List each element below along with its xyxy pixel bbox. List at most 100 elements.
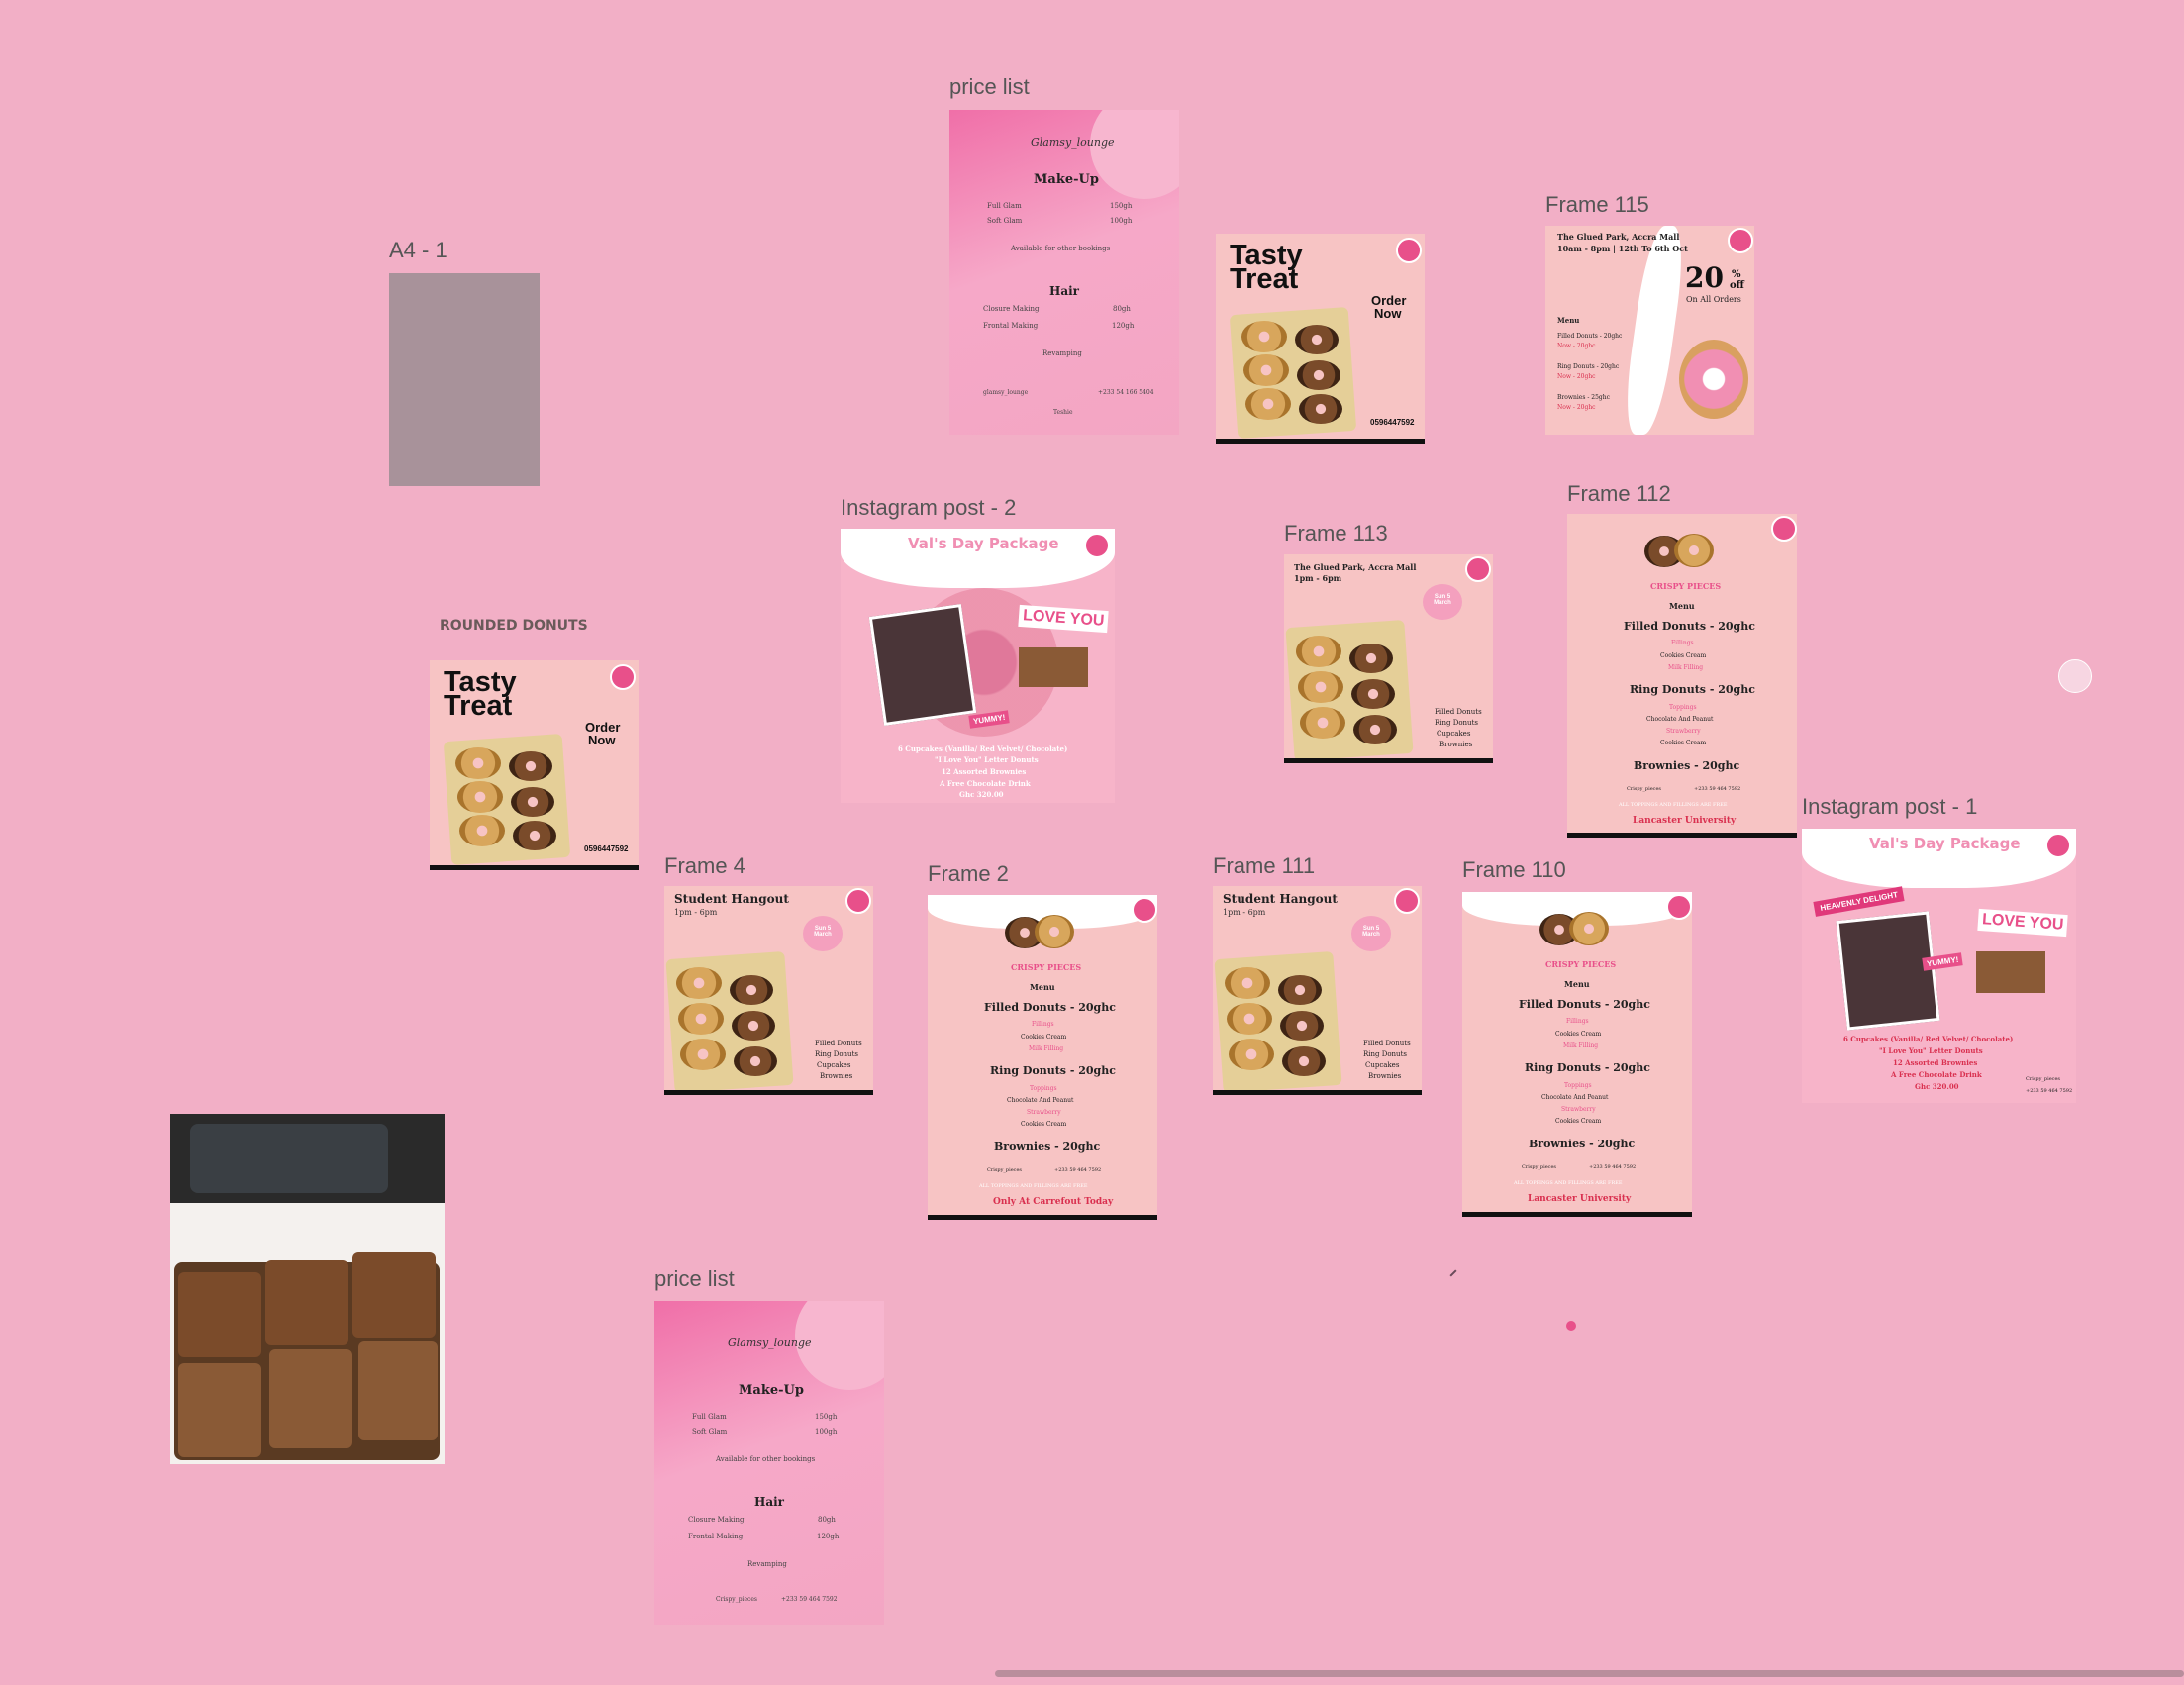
menu-row: Filled Donuts - 20ghc [1557, 333, 1623, 340]
location: Teshie [1053, 409, 1073, 416]
menu-heading: Menu [1669, 601, 1695, 611]
hair-heading: Hair [1049, 284, 1079, 298]
discount-percent: % [1732, 269, 1741, 280]
toppings-straw: Strawberry [1666, 728, 1701, 735]
post-title: Val's Day Package [1869, 835, 2021, 852]
frame-115[interactable]: The Glued Park, Accra Mall 10am - 8pm | … [1545, 226, 1754, 435]
brand-logo-icon [1394, 888, 1420, 914]
donut-icon [1245, 388, 1291, 420]
title-line-2: Treat [444, 690, 513, 722]
package-line: 6 Cupcakes (Vanilla/ Red Velvet/ Chocola… [898, 744, 1068, 753]
cta-line-2: Now [1374, 306, 1402, 321]
frame-label-110[interactable]: Frame 110 [1462, 857, 1566, 883]
revamping: Revamping [1042, 349, 1082, 357]
closure-making: Closure Making [688, 1516, 745, 1524]
hours: 10am - 8pm | 12th To 6th Oct [1557, 244, 1688, 253]
item: Brownies [820, 1072, 853, 1080]
toppings: Toppings [1669, 704, 1697, 711]
frame-rounded-donuts[interactable]: Tasty Treat Order Now 0596447592 [430, 660, 639, 870]
donut-icon [455, 747, 501, 779]
donut-icon [1569, 912, 1609, 945]
milk-filling: Milk Filling [1563, 1042, 1599, 1049]
frame-label-4[interactable]: Frame 4 [664, 853, 745, 879]
frame-112[interactable]: CRISPY PIECES Menu Filled Donuts - 20ghc… [1567, 514, 1797, 838]
hair-heading: Hair [754, 1495, 784, 1509]
frame-label-115[interactable]: Frame 115 [1545, 192, 1649, 218]
frame-label-price-list-top[interactable]: price list [949, 74, 1030, 100]
toppings-options: Cookies Cream [1555, 1118, 1602, 1125]
event-title: Student Hangout [1223, 892, 1338, 906]
frame-label-113[interactable]: Frame 113 [1284, 521, 1388, 546]
brownies: Brownies - 20ghc [1634, 759, 1740, 772]
phone-number: +233 59 464 7592 [1054, 1167, 1102, 1173]
brownies-photo[interactable] [170, 1114, 445, 1464]
hours: 1pm - 6pm [674, 908, 718, 917]
toppings-note: ALL TOPPINGS AND FILLINGS ARE FREE [1514, 1180, 1623, 1186]
frame-bottom-bar [1567, 833, 1797, 838]
frame-a4[interactable] [389, 273, 540, 486]
donut-icon [1300, 707, 1345, 739]
heavenly-badge: HEAVENLY DELIGHT [1813, 886, 1906, 917]
brand-name: CRISPY PIECES [1650, 581, 1722, 591]
cta-line-2: Now [588, 733, 616, 747]
brand-logo-icon [2045, 833, 2071, 858]
frame-label-ig-post-2[interactable]: Instagram post - 2 [841, 495, 1016, 521]
post-title: Val's Day Package [908, 535, 1059, 552]
frame-ig-post-2[interactable]: Val's Day Package LOVE YOU YUMMY! 6 Cupc… [841, 529, 1115, 803]
phone-number: 0596447592 [584, 844, 629, 853]
donut-icon [1353, 715, 1397, 744]
brand-name: Glamsy_lounge [728, 1337, 812, 1349]
frame-2[interactable]: CRISPY PIECES Menu Filled Donuts - 20ghc… [928, 895, 1157, 1220]
frame-bottom-bar [1213, 1090, 1422, 1095]
event-date: Sun 5 March [1434, 594, 1451, 606]
brand-logo-icon [1666, 894, 1692, 920]
frame-label-112[interactable]: Frame 112 [1567, 481, 1671, 507]
frame-label-rounded-donuts[interactable]: ROUNDED DONUTS [440, 618, 588, 634]
closure-making: Closure Making [983, 305, 1040, 313]
donut-icon [732, 1011, 775, 1041]
fillings-options: Cookies Cream [1555, 1031, 1602, 1038]
brand-logo-icon [1396, 238, 1422, 263]
soft-glam-price: 100gh [1110, 217, 1133, 225]
donut-icon [1296, 636, 1341, 667]
menu-row: Now - 20ghc [1557, 373, 1596, 380]
frame-label-2[interactable]: Frame 2 [928, 861, 1009, 887]
love-you-text: LOVE YOU [1977, 908, 2069, 938]
frame-bottom-bar [1216, 439, 1425, 444]
frame-tasty-treat[interactable]: Tasty Treat Order Now 0596447592 [1216, 234, 1425, 444]
frame-label-111[interactable]: Frame 111 [1213, 853, 1315, 879]
ring-donuts: Ring Donuts - 20ghc [990, 1064, 1116, 1077]
donut-icon [513, 821, 556, 850]
floating-circle-handle[interactable] [2058, 659, 2092, 693]
menu-heading: Menu [1557, 316, 1580, 325]
menu-row: Ring Donuts - 20ghc [1557, 363, 1620, 370]
frame-label-price-list-bottom[interactable]: price list [654, 1266, 735, 1292]
frame-label-a4[interactable]: A4 - 1 [389, 238, 447, 263]
location: The Glued Park, Accra Mall [1294, 562, 1417, 572]
donut-icon [680, 1039, 726, 1070]
frame-label-ig-post-1[interactable]: Instagram post - 1 [1802, 794, 1977, 820]
item: Cupcakes [817, 1061, 851, 1069]
frontal-making: Frontal Making [983, 322, 1039, 330]
frame-111[interactable]: Student Hangout 1pm - 6pm Sun 5 March Fi… [1213, 886, 1422, 1095]
fillings-options: Cookies Cream [1021, 1034, 1067, 1041]
menu-row: Now - 20ghc [1557, 343, 1596, 349]
available-text: Available for other bookings [1011, 245, 1111, 252]
horizontal-scrollbar[interactable] [995, 1670, 2184, 1677]
item: Ring Donuts [1363, 1050, 1407, 1058]
frame-110[interactable]: CRISPY PIECES Menu Filled Donuts - 20ghc… [1462, 892, 1692, 1217]
package-price: Ghc 320.00 [1915, 1082, 1959, 1091]
frame-4[interactable]: Student Hangout 1pm - 6pm Sun 5 March Fi… [664, 886, 873, 1095]
frame-price-list-bottom[interactable]: Glamsy_lounge Make-Up Full Glam 150gh So… [654, 1301, 884, 1625]
frame-113[interactable]: The Glued Park, Accra Mall 1pm - 6pm Sun… [1284, 554, 1493, 763]
location: The Glued Park, Accra Mall [1557, 232, 1680, 242]
package-line: 6 Cupcakes (Vanilla/ Red Velvet/ Chocola… [1843, 1035, 2014, 1043]
donut-icon [1035, 915, 1074, 948]
discount-off: off [1730, 280, 1744, 291]
toppings-choc: Chocolate And Peanut [1646, 716, 1714, 723]
frame-ig-post-1[interactable]: Val's Day Package HEAVENLY DELIGHT LOVE … [1802, 829, 2076, 1103]
fillings-options: Cookies Cream [1660, 652, 1707, 659]
donut-icon [1349, 644, 1393, 673]
frame-price-list-top[interactable]: Glamsy_lounge Make-Up Full Glam 150gh So… [949, 110, 1179, 435]
available-text: Available for other bookings [716, 1455, 816, 1463]
